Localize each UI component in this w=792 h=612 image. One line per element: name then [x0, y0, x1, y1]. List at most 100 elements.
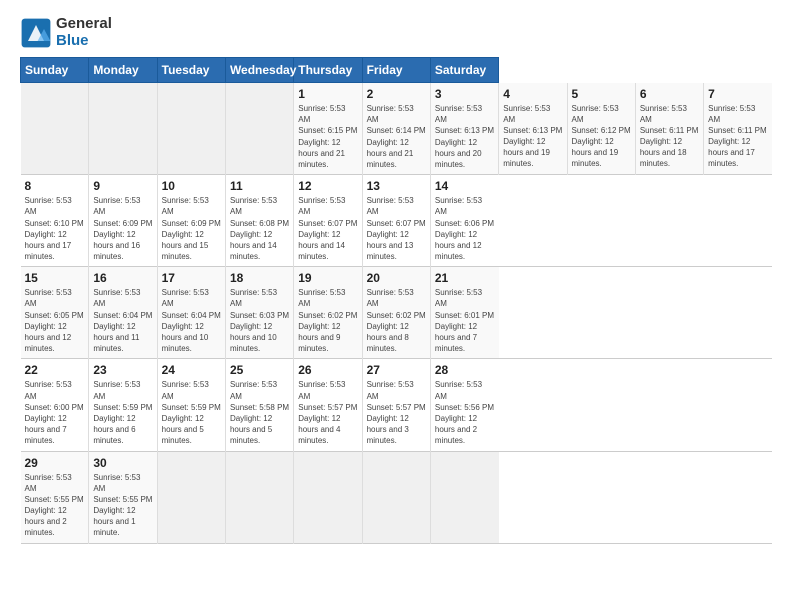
calendar-week-2: 15Sunrise: 5:53 AMSunset: 6:05 PMDayligh…: [21, 267, 773, 359]
calendar-cell: 25Sunrise: 5:53 AMSunset: 5:58 PMDayligh…: [225, 359, 293, 451]
calendar-cell: [294, 451, 362, 543]
calendar-cell: 6Sunrise: 5:53 AMSunset: 6:11 PMDaylight…: [635, 83, 703, 175]
day-number: 29: [25, 456, 85, 470]
day-info: Sunrise: 5:53 AMSunset: 6:07 PMDaylight:…: [298, 195, 357, 262]
calendar-week-4: 29 Sunrise: 5:53 AMSunset: 5:55 PMDayligh…: [21, 451, 773, 543]
calendar-cell: 24 Sunrise: 5:53 AMSunset: 5:59 PMDayligh…: [157, 359, 225, 451]
calendar-cell: [225, 83, 293, 175]
day-number: 23: [93, 363, 152, 377]
calendar-cell: 26Sunrise: 5:53 AMSunset: 5:57 PMDayligh…: [294, 359, 362, 451]
day-number: 11: [230, 179, 289, 193]
calendar-cell: 14 Sunrise: 5:53 AMSunset: 6:06 PMDayligh…: [430, 175, 498, 267]
day-number: 24: [162, 363, 221, 377]
calendar-cell: 22 Sunrise: 5:53 AMSunset: 6:00 PMDayligh…: [21, 359, 89, 451]
day-info: Sunrise: 5:53 AMSunset: 5:56 PMDaylight:…: [435, 379, 495, 446]
logo-text: General Blue: [56, 16, 112, 49]
day-info: Sunrise: 5:53 AMSunset: 6:13 PMDaylight:…: [435, 103, 494, 170]
calendar-cell: 29Sunrise: 5:53 AMSunset: 5:55 PMDayligh…: [21, 451, 89, 543]
calendar-header: Sunday Monday Tuesday Wednesday Thursday…: [21, 58, 773, 83]
calendar-cell: 1Sunrise: 5:53 AMSunset: 6:15 PMDaylight…: [294, 83, 362, 175]
calendar-cell: 20 Sunrise: 5:53 AMSunset: 6:02 PMDayligh…: [362, 267, 430, 359]
day-info: Sunrise: 5:53 AMSunset: 6:09 PMDaylight:…: [93, 195, 152, 262]
th-wednesday: Wednesday: [225, 58, 293, 83]
day-info: Sunrise: 5:53 AMSunset: 5:55 PMDaylight:…: [93, 472, 152, 539]
calendar-cell: 28 Sunrise: 5:53 AMSunset: 5:56 PMDayligh…: [430, 359, 498, 451]
logo-icon: [20, 17, 52, 49]
logo-general: General: [56, 15, 112, 32]
calendar-cell: 30 Sunrise: 5:53 AMSunset: 5:55 PMDayligh…: [89, 451, 157, 543]
day-info: Sunrise: 5:53 AMSunset: 6:06 PMDaylight:…: [435, 195, 495, 262]
day-info: Sunrise: 5:53 AMSunset: 5:59 PMDaylight:…: [162, 379, 221, 446]
calendar-week-1: 8 Sunrise: 5:53 AMSunset: 6:10 PMDaylight…: [21, 175, 773, 267]
th-saturday: Saturday: [430, 58, 498, 83]
day-number: 3: [435, 87, 494, 101]
th-friday: Friday: [362, 58, 430, 83]
day-number: 6: [640, 87, 699, 101]
calendar-cell: 27Sunrise: 5:53 AMSunset: 5:57 PMDayligh…: [362, 359, 430, 451]
day-info: Sunrise: 5:53 AMSunset: 6:02 PMDaylight:…: [367, 287, 426, 354]
day-number: 22: [25, 363, 85, 377]
day-info: Sunrise: 5:53 AMSunset: 6:01 PMDaylight:…: [435, 287, 495, 354]
day-number: 14: [435, 179, 495, 193]
calendar-week-3: 22 Sunrise: 5:53 AMSunset: 6:00 PMDayligh…: [21, 359, 773, 451]
day-info: Sunrise: 5:53 AMSunset: 6:05 PMDaylight:…: [25, 287, 85, 354]
weekday-row: Sunday Monday Tuesday Wednesday Thursday…: [21, 58, 773, 83]
day-number: 20: [367, 271, 426, 285]
day-number: 25: [230, 363, 289, 377]
calendar-cell: 2Sunrise: 5:53 AMSunset: 6:14 PMDaylight…: [362, 83, 430, 175]
calendar-cell: 16 Sunrise: 5:53 AMSunset: 6:04 PMDayligh…: [89, 267, 157, 359]
day-info: Sunrise: 5:53 AMSunset: 6:08 PMDaylight:…: [230, 195, 289, 262]
calendar-cell: 13 Sunrise: 5:53 AMSunset: 6:07 PMDayligh…: [362, 175, 430, 267]
logo-blue: Blue: [56, 32, 89, 49]
day-number: 13: [367, 179, 426, 193]
calendar-cell: 19Sunrise: 5:53 AMSunset: 6:02 PMDayligh…: [294, 267, 362, 359]
calendar-cell: [157, 451, 225, 543]
day-number: 28: [435, 363, 495, 377]
calendar-cell: [89, 83, 157, 175]
day-info: Sunrise: 5:53 AMSunset: 6:10 PMDaylight:…: [25, 195, 85, 262]
day-number: 18: [230, 271, 289, 285]
calendar-cell: 12Sunrise: 5:53 AMSunset: 6:07 PMDayligh…: [294, 175, 362, 267]
day-info: Sunrise: 5:53 AMSunset: 6:13 PMDaylight:…: [503, 103, 562, 170]
day-info: Sunrise: 5:53 AMSunset: 5:57 PMDaylight:…: [298, 379, 357, 446]
th-tuesday: Tuesday: [157, 58, 225, 83]
day-number: 2: [367, 87, 426, 101]
day-number: 4: [503, 87, 562, 101]
day-info: Sunrise: 5:53 AMSunset: 5:59 PMDaylight:…: [93, 379, 152, 446]
calendar-cell: 9 Sunrise: 5:53 AMSunset: 6:09 PMDaylight…: [89, 175, 157, 267]
day-number: 19: [298, 271, 357, 285]
calendar-body: 1Sunrise: 5:53 AMSunset: 6:15 PMDaylight…: [21, 83, 773, 544]
logo: General Blue: [20, 16, 112, 49]
day-info: Sunrise: 5:53 AMSunset: 6:04 PMDaylight:…: [93, 287, 152, 354]
calendar-cell: 3 Sunrise: 5:53 AMSunset: 6:13 PMDaylight…: [430, 83, 498, 175]
calendar-cell: 5Sunrise: 5:53 AMSunset: 6:12 PMDaylight…: [567, 83, 635, 175]
day-number: 27: [367, 363, 426, 377]
day-number: 8: [25, 179, 85, 193]
calendar-cell: 23 Sunrise: 5:53 AMSunset: 5:59 PMDayligh…: [89, 359, 157, 451]
calendar-cell: [362, 451, 430, 543]
th-thursday: Thursday: [294, 58, 362, 83]
day-number: 10: [162, 179, 221, 193]
calendar-table: Sunday Monday Tuesday Wednesday Thursday…: [20, 57, 772, 544]
day-info: Sunrise: 5:53 AMSunset: 6:07 PMDaylight:…: [367, 195, 426, 262]
calendar-cell: 4 Sunrise: 5:53 AMSunset: 6:13 PMDaylight…: [499, 83, 567, 175]
calendar-cell: 10 Sunrise: 5:53 AMSunset: 6:09 PMDayligh…: [157, 175, 225, 267]
day-info: Sunrise: 5:53 AMSunset: 6:12 PMDaylight:…: [572, 103, 631, 170]
calendar-cell: [157, 83, 225, 175]
calendar-cell: [225, 451, 293, 543]
day-number: 9: [93, 179, 152, 193]
day-number: 1: [298, 87, 357, 101]
calendar-cell: 18Sunrise: 5:53 AMSunset: 6:03 PMDayligh…: [225, 267, 293, 359]
calendar-cell: 11 Sunrise: 5:53 AMSunset: 6:08 PMDayligh…: [225, 175, 293, 267]
calendar-cell: 15Sunrise: 5:53 AMSunset: 6:05 PMDayligh…: [21, 267, 89, 359]
calendar-cell: 21Sunrise: 5:53 AMSunset: 6:01 PMDayligh…: [430, 267, 498, 359]
day-info: Sunrise: 5:53 AMSunset: 6:11 PMDaylight:…: [708, 103, 768, 170]
day-number: 16: [93, 271, 152, 285]
day-number: 30: [93, 456, 152, 470]
day-info: Sunrise: 5:53 AMSunset: 6:00 PMDaylight:…: [25, 379, 85, 446]
day-number: 7: [708, 87, 768, 101]
page: General Blue Sunday Monday Tuesday Wedne…: [0, 0, 792, 612]
day-info: Sunrise: 5:53 AMSunset: 6:09 PMDaylight:…: [162, 195, 221, 262]
calendar-cell: 8 Sunrise: 5:53 AMSunset: 6:10 PMDaylight…: [21, 175, 89, 267]
calendar-cell: [21, 83, 89, 175]
